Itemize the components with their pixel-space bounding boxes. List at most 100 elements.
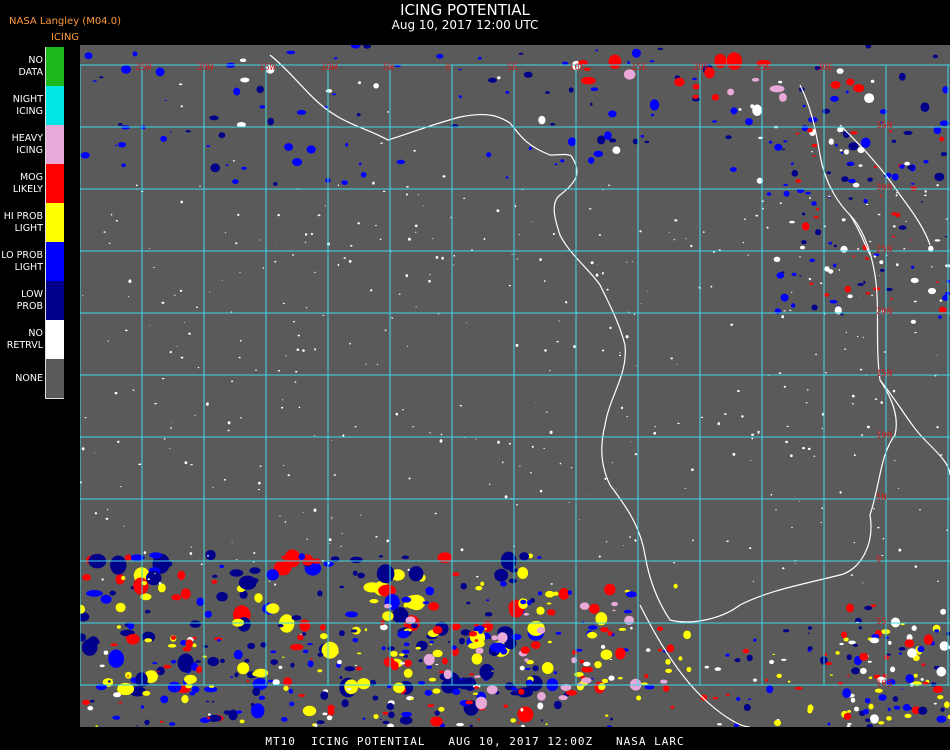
icing-blob <box>813 455 816 457</box>
icing-blob <box>176 346 178 347</box>
icing-blob <box>407 568 410 572</box>
icing-blob <box>843 712 852 721</box>
icing-blob <box>913 300 917 303</box>
icing-blob <box>408 477 411 480</box>
icing-blob <box>634 539 637 542</box>
icing-blob <box>570 467 573 469</box>
icing-blob <box>517 706 534 723</box>
icing-blob <box>546 602 552 605</box>
icing-blob <box>410 697 414 700</box>
icing-blob <box>755 214 759 217</box>
icing-blob <box>828 195 831 198</box>
icing-blob <box>231 541 233 543</box>
icing-blob <box>296 109 307 115</box>
icing-blob <box>783 183 788 186</box>
icing-blob <box>167 681 182 693</box>
icing-blob <box>295 370 298 373</box>
icing-blob <box>397 630 410 639</box>
icing-blob <box>565 301 568 304</box>
icing-blob <box>531 221 533 223</box>
icing-blob <box>333 474 337 476</box>
icing-blob <box>921 201 924 203</box>
icing-blob <box>692 77 697 81</box>
icing-blob <box>605 714 609 717</box>
icing-blob <box>428 677 437 682</box>
icing-blob <box>933 685 943 694</box>
icing-blob <box>299 619 311 632</box>
icing-blob <box>910 319 917 324</box>
icing-blob <box>206 555 210 557</box>
icing-blob <box>717 723 722 726</box>
latitude-label: 10N <box>876 431 892 441</box>
icing-blob <box>452 688 461 695</box>
icing-blob <box>751 437 754 440</box>
icing-blob <box>917 645 925 653</box>
icing-blob <box>348 260 352 263</box>
icing-blob <box>746 654 753 662</box>
icing-blob <box>302 705 317 717</box>
icing-blob <box>640 134 644 138</box>
icing-blob <box>801 222 810 231</box>
icing-blob <box>132 389 135 391</box>
icing-blob <box>414 231 417 233</box>
icing-blob <box>229 569 244 577</box>
icing-blob <box>516 258 519 260</box>
icing-blob <box>255 369 257 372</box>
icing-blob <box>901 688 904 690</box>
icing-blob <box>628 311 630 313</box>
icing-blob <box>258 695 266 700</box>
icing-blob <box>611 601 618 607</box>
icing-blob <box>726 52 743 70</box>
icing-blob <box>851 667 860 675</box>
icing-blob <box>282 399 284 401</box>
icing-blob <box>210 163 220 173</box>
icing-blob <box>294 381 297 383</box>
icing-blob <box>232 160 236 162</box>
icing-blob <box>674 219 678 222</box>
icing-blob <box>95 725 98 727</box>
icing-blob <box>588 157 595 164</box>
icing-blob <box>547 640 552 644</box>
icing-blob <box>751 433 755 436</box>
icing-blob <box>316 720 325 725</box>
icing-blob <box>835 143 838 147</box>
nile-river <box>799 84 871 256</box>
icing-blob <box>190 464 193 466</box>
icing-blob <box>135 184 138 187</box>
icing-blob <box>488 483 491 485</box>
icing-blob <box>211 700 215 703</box>
icing-blob <box>945 218 948 220</box>
icing-blob <box>766 192 772 196</box>
icing-blob <box>329 543 331 544</box>
icing-blob <box>907 648 917 658</box>
icing-blob <box>794 563 796 564</box>
icing-blob <box>439 439 443 443</box>
icing-blob <box>234 672 239 678</box>
icing-blob <box>920 678 924 681</box>
map-datetime: Aug 10, 2017 12:00 UTC <box>391 18 539 32</box>
icing-blob <box>350 45 361 49</box>
icing-blob <box>224 232 227 234</box>
icing-blob <box>422 205 424 207</box>
icing-blob <box>345 611 358 618</box>
icing-blob <box>938 306 947 314</box>
icing-blob <box>828 269 834 274</box>
icing-blob <box>529 472 532 474</box>
icing-blob <box>484 612 493 617</box>
icing-blob <box>317 214 321 217</box>
icing-blob <box>683 630 691 640</box>
longitude-label: 10E <box>569 63 585 73</box>
icing-blob <box>95 639 100 645</box>
icing-blob <box>283 464 285 466</box>
icing-blob <box>847 674 850 677</box>
icing-blob <box>408 566 424 582</box>
icing-blob <box>94 512 98 515</box>
icing-blob <box>244 658 250 663</box>
icing-blob <box>463 197 466 199</box>
icing-blob <box>640 303 642 304</box>
icing-blob <box>535 402 537 404</box>
icing-blob <box>125 671 132 679</box>
icing-blob <box>730 107 738 115</box>
icing-blob <box>904 713 912 719</box>
icing-blob <box>190 546 193 548</box>
